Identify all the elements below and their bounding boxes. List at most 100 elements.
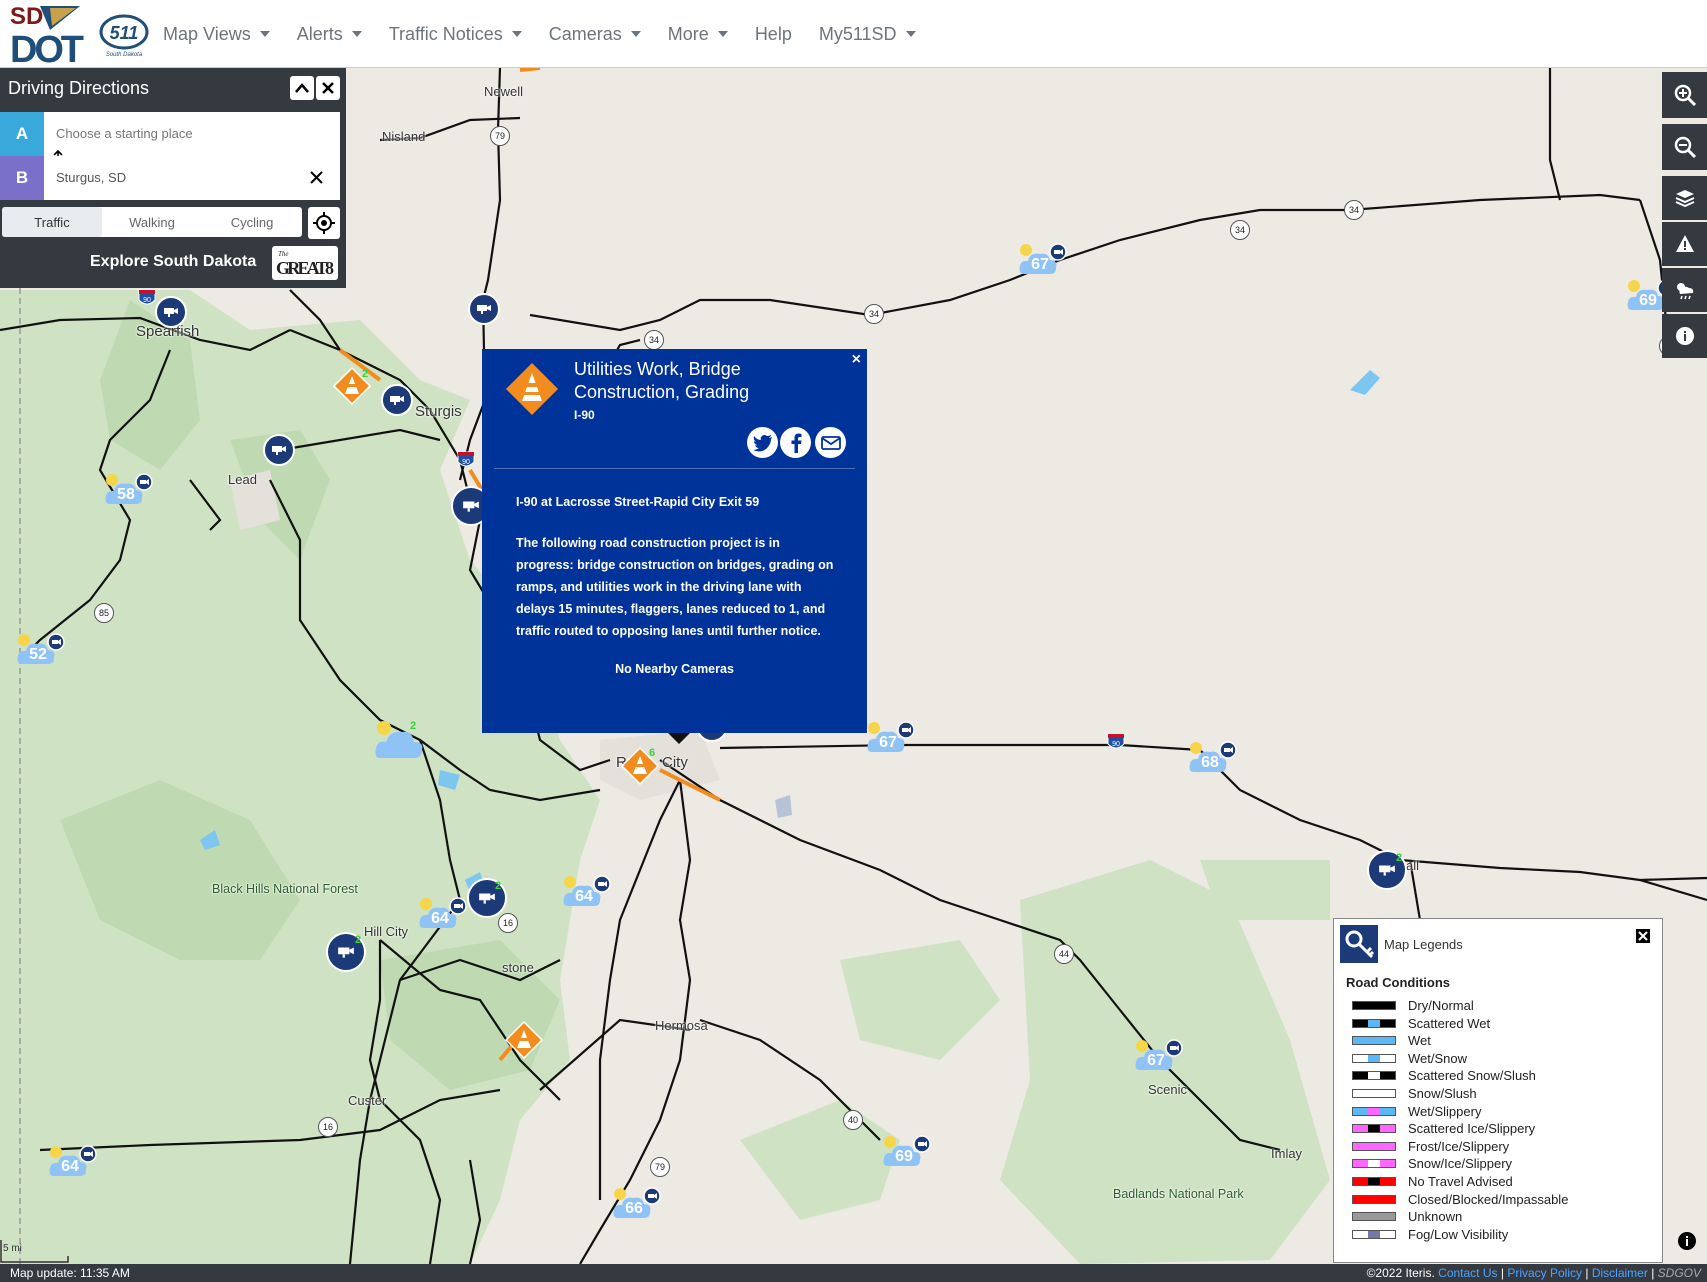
- legend-row: Scattered Ice/Slippery: [1352, 1120, 1535, 1137]
- share-facebook-button[interactable]: [780, 427, 811, 458]
- copyright-text: ©2022 Iteris.: [1366, 1266, 1435, 1280]
- water: [1350, 370, 1380, 395]
- legend-label: Dry/Normal: [1408, 998, 1474, 1013]
- destination-input[interactable]: [56, 170, 296, 185]
- clear-icon[interactable]: [310, 171, 323, 184]
- weather-temperature: 67: [1031, 256, 1049, 273]
- weather-marker[interactable]: 67: [1134, 1038, 1190, 1079]
- share-email-button[interactable]: [815, 427, 846, 458]
- weather-marker[interactable]: 68: [1188, 740, 1244, 781]
- weather-marker[interactable]: 67: [1018, 242, 1074, 283]
- construction-marker[interactable]: [504, 1020, 544, 1060]
- start-location-row: A: [0, 112, 340, 156]
- nav-label: Cameras: [548, 23, 622, 44]
- collapse-button[interactable]: [290, 76, 314, 100]
- route-shield: 34: [644, 330, 664, 350]
- facebook-icon: [791, 433, 801, 453]
- info-button[interactable]: [1662, 314, 1707, 358]
- contact-us-link[interactable]: Contact Us: [1438, 1266, 1497, 1280]
- legend-label: Unknown: [1408, 1209, 1463, 1225]
- zoom-out-button[interactable]: [1662, 124, 1707, 170]
- nav-more[interactable]: More: [668, 24, 728, 45]
- weather-cloud-marker[interactable]: 2: [374, 720, 430, 765]
- legend-label: Closed/Blocked/Impassable: [1408, 1191, 1569, 1207]
- nav-cameras[interactable]: Cameras: [549, 24, 641, 45]
- start-location-input[interactable]: [56, 126, 296, 141]
- weather-icon: [1676, 283, 1693, 300]
- close-legend-icon[interactable]: [1636, 929, 1650, 943]
- nav-my511sd[interactable]: My511SD: [819, 24, 916, 45]
- sddot-logo[interactable]: SD DOT: [10, 2, 86, 66]
- nav-help[interactable]: Help: [755, 24, 792, 45]
- legend-swatch: [1352, 1001, 1396, 1010]
- legend-label: Wet/Snow: [1408, 1050, 1468, 1066]
- weather-marker[interactable]: 64: [418, 896, 474, 937]
- camera-count-badge: 2: [495, 880, 502, 892]
- close-directions-button[interactable]: [316, 76, 340, 100]
- legend-label: Wet/Slippery: [1408, 1103, 1482, 1119]
- route-shield: 79: [650, 1157, 670, 1177]
- caret-down-icon: [351, 31, 362, 37]
- camera-icon: [1379, 865, 1395, 876]
- legend-swatch: [1352, 1036, 1396, 1046]
- sdgov-logo[interactable]: SDGOV: [1658, 1266, 1701, 1280]
- share-twitter-button[interactable]: [747, 427, 778, 458]
- legend-row: Snow/Ice/Slippery: [1352, 1155, 1512, 1172]
- alerts-button[interactable]: [1662, 222, 1707, 266]
- legend-swatch: [1352, 1053, 1396, 1063]
- weather-marker[interactable]: 58: [104, 472, 160, 513]
- weather-marker[interactable]: 69: [882, 1134, 938, 1175]
- explore-south-dakota-link[interactable]: Explore South Dakota: [90, 253, 256, 271]
- info-icon: [1675, 327, 1694, 345]
- weather-marker[interactable]: 64: [562, 874, 618, 915]
- weather-marker[interactable]: 64: [48, 1144, 104, 1185]
- label-newell: Newell: [484, 84, 524, 99]
- popup-close-button[interactable]: ×: [852, 351, 861, 369]
- attribution-info-icon[interactable]: [1676, 1230, 1698, 1252]
- nav-map-views[interactable]: Map Views: [163, 24, 270, 45]
- nav-traffic-notices[interactable]: Traffic Notices: [389, 24, 522, 45]
- logo-sd-text: SD: [10, 3, 43, 30]
- twitter-icon: [752, 434, 772, 451]
- mode-tab-cycling[interactable]: Cycling: [202, 207, 302, 237]
- caret-down-icon: [905, 31, 916, 37]
- camera-icon: [338, 947, 354, 958]
- nav-alerts[interactable]: Alerts: [297, 24, 362, 45]
- layers-button[interactable]: [1662, 176, 1707, 220]
- legend-swatch: [1352, 1212, 1396, 1222]
- interstate-90-shield: 90: [138, 289, 156, 305]
- label-lead: Lead: [228, 472, 257, 487]
- zoom-in-button[interactable]: [1662, 72, 1707, 118]
- legend-row: Frost/Ice/Slippery: [1352, 1138, 1509, 1155]
- legend-label: Frost/Ice/Slippery: [1408, 1138, 1510, 1154]
- label-custer: Custer: [348, 1093, 387, 1108]
- camera-marker[interactable]: [263, 434, 295, 466]
- camera-marker[interactable]: [468, 293, 500, 325]
- route-shield: 34: [864, 304, 884, 324]
- camera-marker[interactable]: [155, 296, 187, 328]
- disclaimer-link[interactable]: Disclaimer: [1592, 1266, 1648, 1280]
- camera-icon: [164, 308, 178, 317]
- privacy-policy-link[interactable]: Privacy Policy: [1507, 1266, 1582, 1280]
- weather-temperature: 64: [61, 1158, 79, 1175]
- nav-label: Traffic Notices: [388, 23, 503, 44]
- camera-marker[interactable]: [381, 384, 413, 416]
- caret-down-icon: [259, 31, 270, 37]
- legend-row: Scattered Wet: [1352, 1015, 1490, 1032]
- logo-511-sub: South Dakota: [106, 52, 143, 58]
- great8-logo[interactable]: The GREAT8: [272, 246, 338, 280]
- weather-marker[interactable]: 66: [612, 1186, 668, 1227]
- incident-count-badge: 2: [362, 368, 369, 380]
- weather-marker[interactable]: 67: [866, 720, 922, 761]
- map-legend: Map Legends Road Conditions Dry/Normal Sc…: [1333, 918, 1663, 1263]
- weather-marker[interactable]: 52: [16, 632, 72, 673]
- route-shield: 16: [498, 913, 518, 933]
- mode-tab-walking[interactable]: Walking: [102, 207, 202, 237]
- 511-logo[interactable]: 511 South Dakota: [98, 14, 150, 58]
- cloud-icon: [375, 721, 423, 758]
- legend-swatch: [1352, 1141, 1396, 1151]
- weather-button[interactable]: [1662, 268, 1707, 312]
- locate-me-button[interactable]: [308, 207, 340, 239]
- route-shield: 34: [1230, 220, 1250, 240]
- mode-tab-traffic[interactable]: Traffic: [2, 207, 102, 237]
